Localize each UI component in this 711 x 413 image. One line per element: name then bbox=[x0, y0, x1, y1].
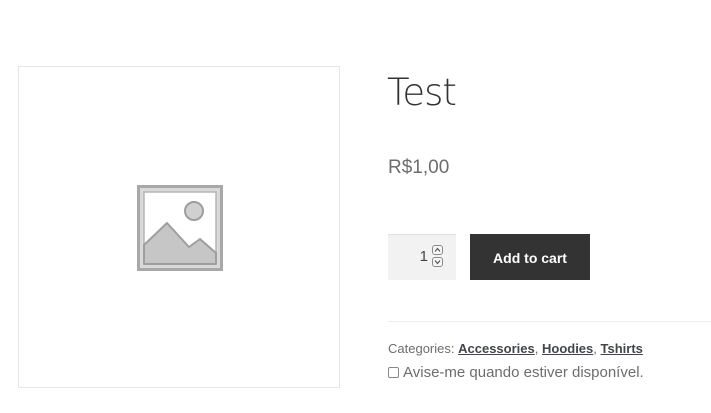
add-to-cart-button[interactable]: Add to cart bbox=[470, 234, 590, 280]
category-link-accessories[interactable]: Accessories bbox=[458, 341, 535, 356]
category-link-tshirts[interactable]: Tshirts bbox=[601, 341, 643, 356]
quantity-decrement-button[interactable] bbox=[432, 257, 443, 267]
divider bbox=[388, 321, 711, 322]
category-separator: , bbox=[593, 341, 597, 356]
chevron-down-icon bbox=[434, 260, 441, 265]
image-placeholder-icon bbox=[137, 185, 223, 271]
quantity-stepper[interactable] bbox=[388, 234, 456, 280]
category-separator: , bbox=[534, 341, 539, 356]
product-price: R$1,00 bbox=[388, 157, 450, 178]
categories-label: Categories: bbox=[388, 341, 455, 356]
product-page: Test R$1,00 Add to cart Categories: Acce… bbox=[0, 0, 711, 413]
notify-me-option[interactable]: Avise-me quando estiver disponível. bbox=[388, 363, 644, 383]
product-image[interactable] bbox=[18, 66, 340, 388]
quantity-increment-button[interactable] bbox=[432, 245, 443, 255]
category-link-hoodies[interactable]: Hoodies bbox=[542, 341, 593, 356]
quantity-input[interactable] bbox=[388, 235, 428, 279]
product-categories: Categories: Accessories, Hoodies, Tshirt… bbox=[388, 340, 643, 358]
chevron-up-icon bbox=[434, 247, 441, 252]
product-title: Test bbox=[387, 71, 457, 114]
notify-me-checkbox[interactable] bbox=[388, 367, 399, 378]
notify-me-label: Avise-me quando estiver disponível. bbox=[403, 364, 644, 381]
